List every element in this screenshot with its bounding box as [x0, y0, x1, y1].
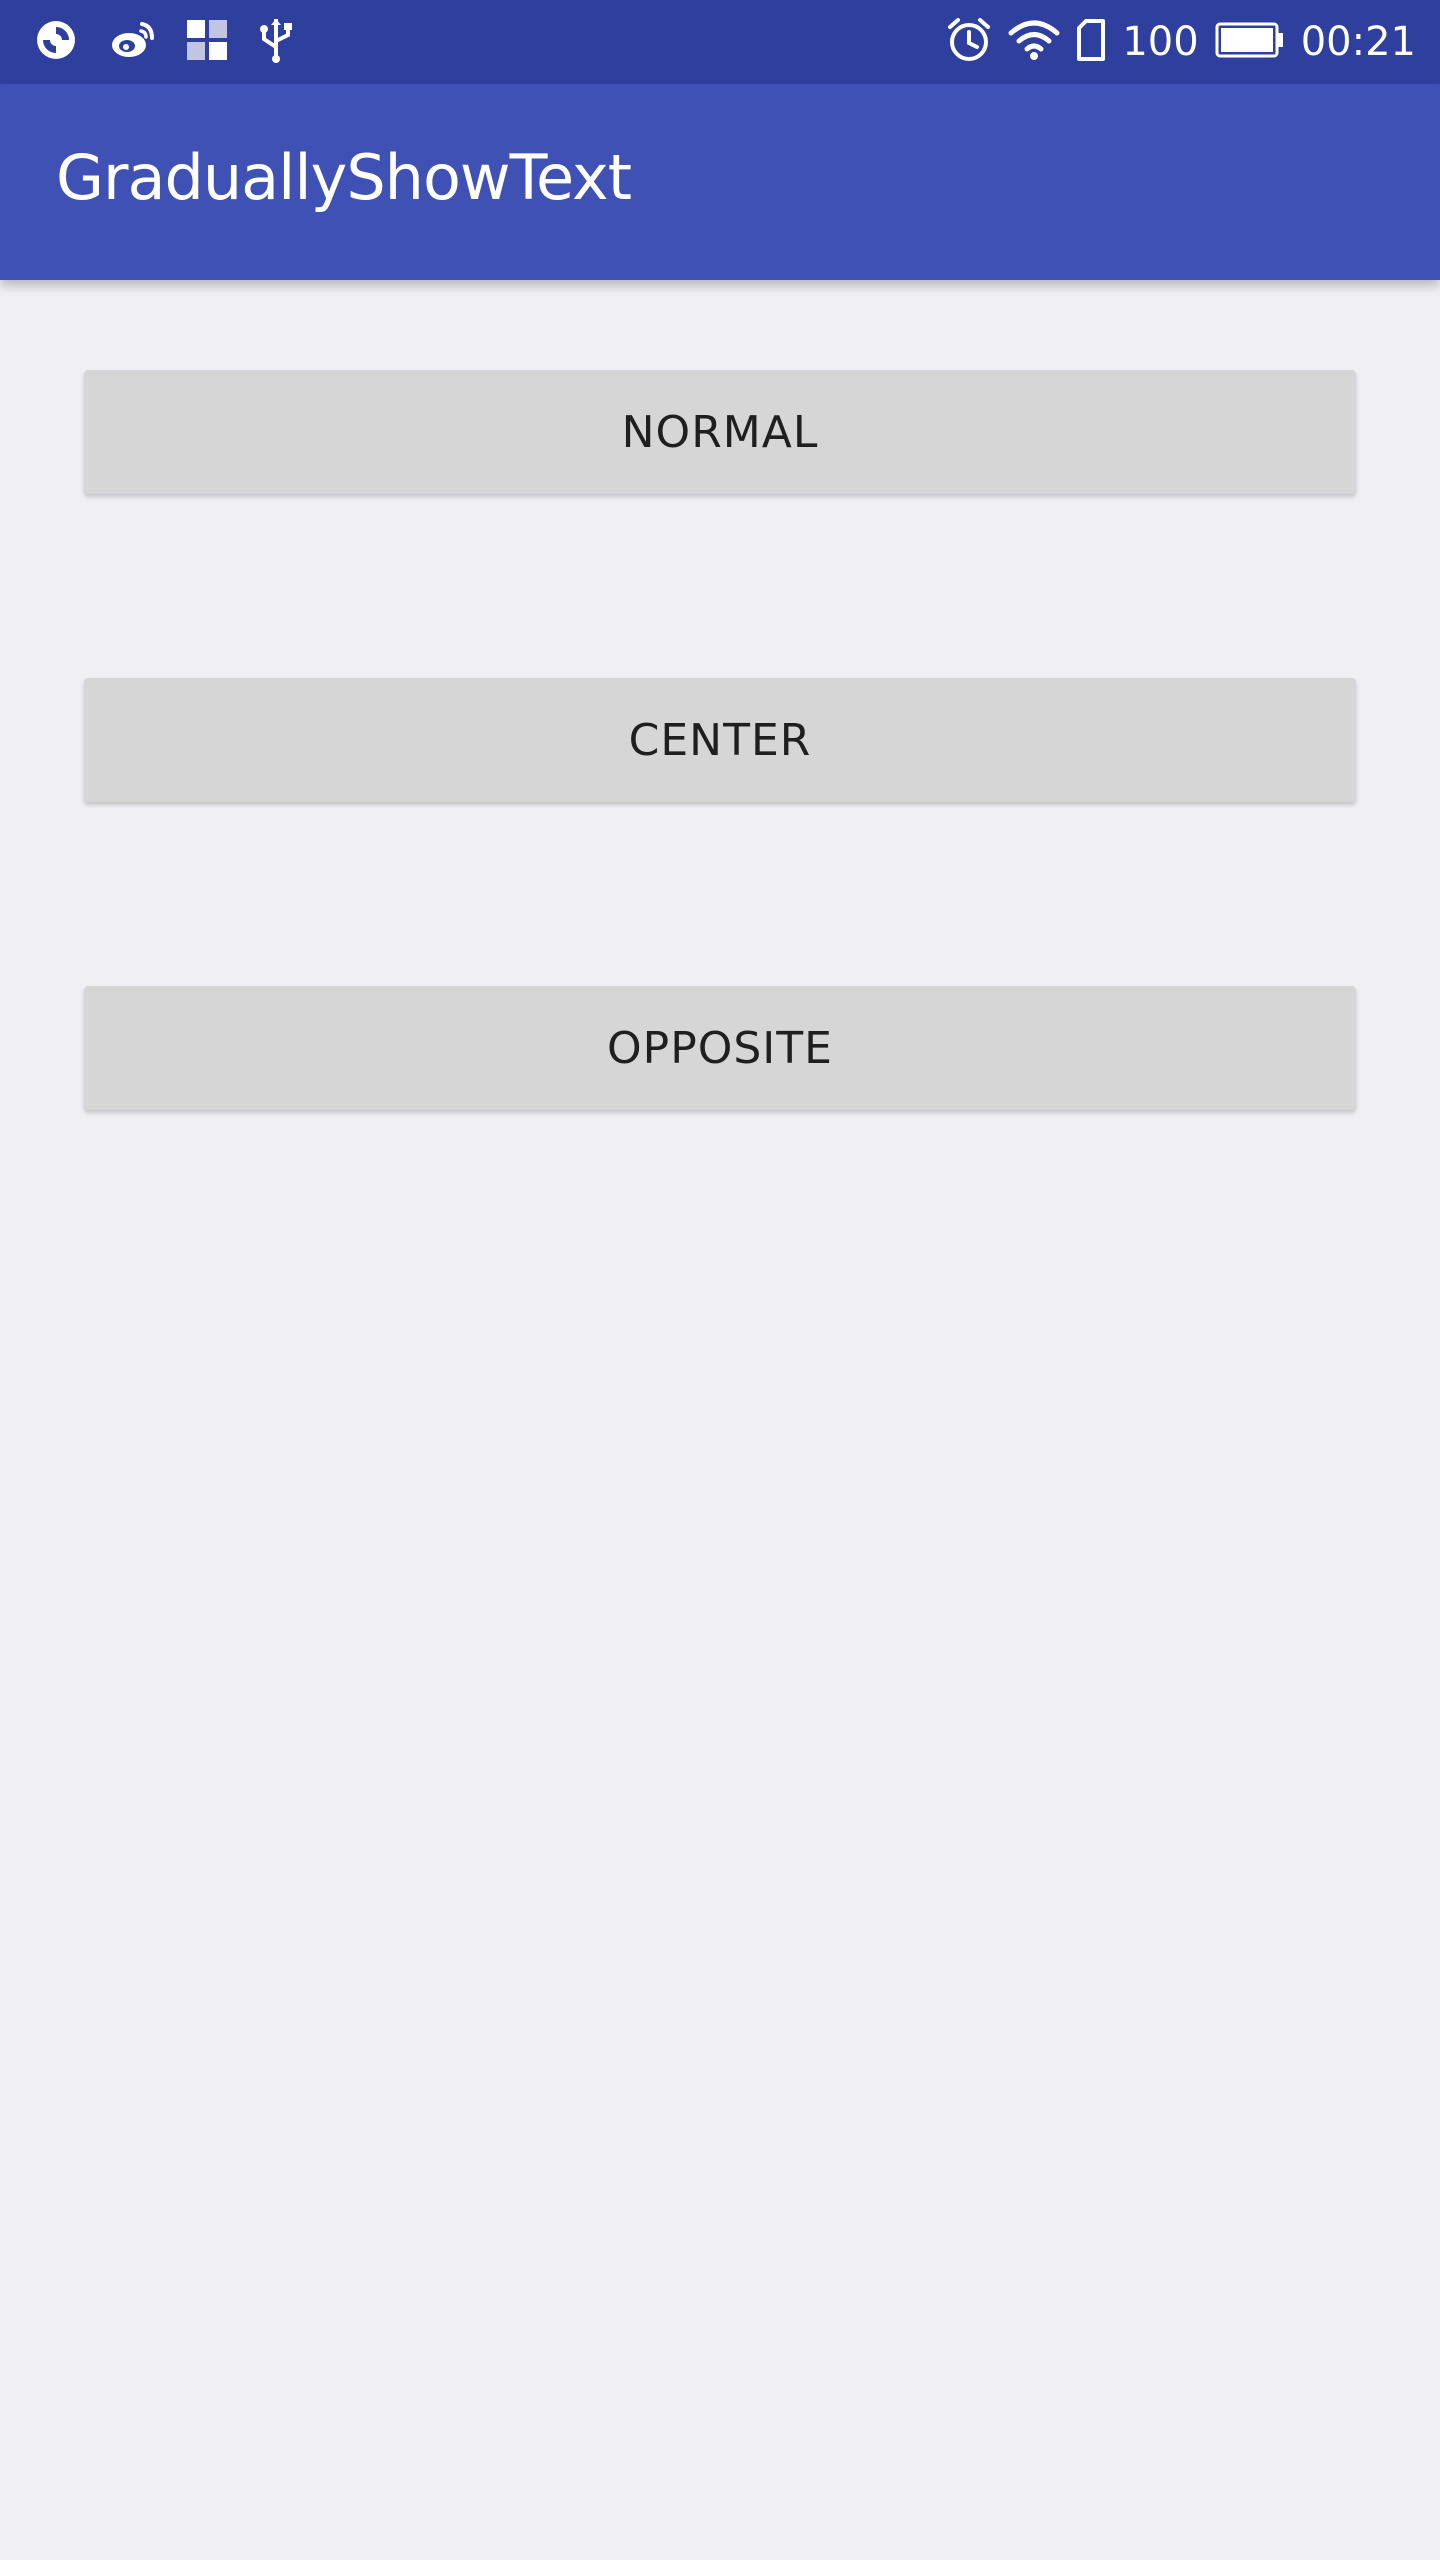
main-content: NORMAL CENTER OPPOSITE: [0, 280, 1440, 2560]
clock-time: 00:21: [1300, 19, 1416, 65]
normal-button[interactable]: NORMAL: [84, 370, 1356, 494]
status-bar-left-icons: [34, 18, 294, 66]
sync-icon: [34, 18, 78, 66]
sim-icon: [1076, 19, 1106, 65]
wifi-icon: [1008, 19, 1060, 65]
battery-icon: [1215, 22, 1285, 62]
center-button[interactable]: CENTER: [84, 678, 1356, 802]
status-bar: 100 00:21: [0, 0, 1440, 84]
usb-icon: [258, 17, 294, 67]
opposite-button[interactable]: OPPOSITE: [84, 986, 1356, 1110]
app-grid-icon: [186, 19, 228, 65]
page-title: GraduallyShowText: [56, 141, 632, 214]
battery-level-text: 100: [1122, 19, 1199, 65]
weibo-icon: [108, 18, 156, 66]
app-bar: GraduallyShowText: [0, 84, 1440, 280]
status-bar-right: 100 00:21: [946, 14, 1416, 70]
alarm-icon: [946, 17, 992, 67]
